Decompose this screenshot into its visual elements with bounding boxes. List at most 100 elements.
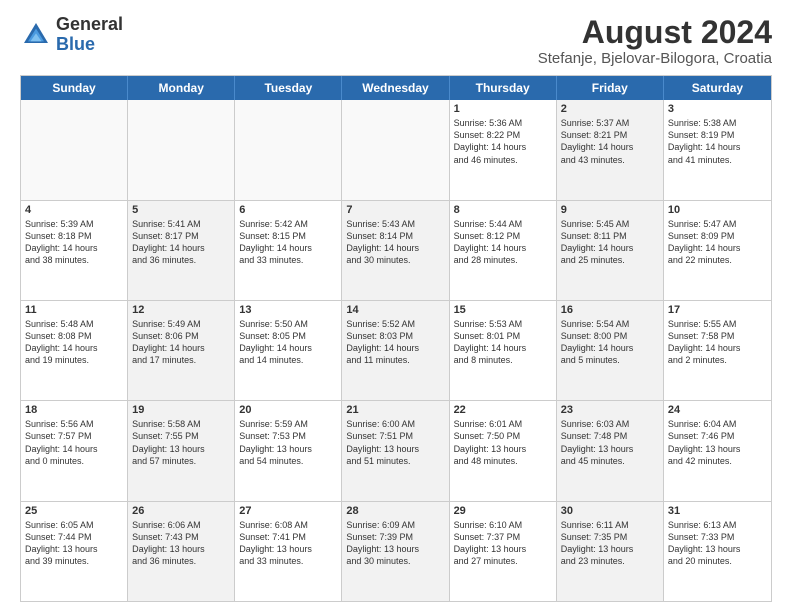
- calendar-cell: 8 Sunrise: 5:44 AM Sunset: 8:12 PM Daylig…: [450, 201, 557, 300]
- day-number: 20: [239, 404, 337, 416]
- calendar-cell: 15 Sunrise: 5:53 AM Sunset: 8:01 PM Dayli…: [450, 301, 557, 400]
- day-number: 2: [561, 103, 659, 115]
- calendar-header: SundayMondayTuesdayWednesdayThursdayFrid…: [21, 76, 771, 100]
- cell-text: Sunrise: 5:59 AM Sunset: 7:53 PM Dayligh…: [239, 418, 337, 467]
- calendar-cell: [128, 100, 235, 199]
- cell-text: Sunrise: 5:49 AM Sunset: 8:06 PM Dayligh…: [132, 318, 230, 367]
- day-number: 19: [132, 404, 230, 416]
- logo: General Blue: [20, 15, 123, 55]
- header: General Blue August 2024 Stefanje, Bjelo…: [20, 15, 772, 67]
- calendar: SundayMondayTuesdayWednesdayThursdayFrid…: [20, 75, 772, 602]
- header-day-tuesday: Tuesday: [235, 76, 342, 100]
- logo-blue: Blue: [56, 35, 123, 55]
- day-number: 8: [454, 204, 552, 216]
- calendar-row-2: 4Sunrise: 5:39 AM Sunset: 8:18 PM Daylig…: [21, 201, 771, 301]
- calendar-cell: 18 Sunrise: 5:56 AM Sunset: 7:57 PM Dayli…: [21, 401, 128, 500]
- day-number: 13: [239, 304, 337, 316]
- cell-text: Sunrise: 5:56 AM Sunset: 7:57 PM Dayligh…: [25, 418, 123, 467]
- day-number: 25: [25, 505, 123, 517]
- title-block: August 2024 Stefanje, Bjelovar-Bilogora,…: [538, 15, 772, 67]
- calendar-cell: [235, 100, 342, 199]
- day-number: 28: [346, 505, 444, 517]
- day-number: 26: [132, 505, 230, 517]
- logo-general: General: [56, 15, 123, 35]
- day-number: 23: [561, 404, 659, 416]
- calendar-cell: 6Sunrise: 5:42 AM Sunset: 8:15 PM Daylig…: [235, 201, 342, 300]
- header-day-friday: Friday: [557, 76, 664, 100]
- cell-text: Sunrise: 6:00 AM Sunset: 7:51 PM Dayligh…: [346, 418, 444, 467]
- calendar-cell: 10Sunrise: 5:47 AM Sunset: 8:09 PM Dayli…: [664, 201, 771, 300]
- cell-text: Sunrise: 6:01 AM Sunset: 7:50 PM Dayligh…: [454, 418, 552, 467]
- header-day-sunday: Sunday: [21, 76, 128, 100]
- header-day-wednesday: Wednesday: [342, 76, 449, 100]
- cell-text: Sunrise: 6:08 AM Sunset: 7:41 PM Dayligh…: [239, 519, 337, 568]
- day-number: 3: [668, 103, 767, 115]
- calendar-cell: 1 Sunrise: 5:36 AM Sunset: 8:22 PM Daylig…: [450, 100, 557, 199]
- cell-text: Sunrise: 5:41 AM Sunset: 8:17 PM Dayligh…: [132, 218, 230, 267]
- calendar-cell: 3 Sunrise: 5:38 AM Sunset: 8:19 PM Daylig…: [664, 100, 771, 199]
- calendar-cell: 7Sunrise: 5:43 AM Sunset: 8:14 PM Daylig…: [342, 201, 449, 300]
- logo-text: General Blue: [56, 15, 123, 55]
- header-day-monday: Monday: [128, 76, 235, 100]
- cell-text: Sunrise: 5:48 AM Sunset: 8:08 PM Dayligh…: [25, 318, 123, 367]
- calendar-row-4: 18 Sunrise: 5:56 AM Sunset: 7:57 PM Dayli…: [21, 401, 771, 501]
- cell-text: Sunrise: 5:58 AM Sunset: 7:55 PM Dayligh…: [132, 418, 230, 467]
- calendar-cell: 28 Sunrise: 6:09 AM Sunset: 7:39 PM Dayli…: [342, 502, 449, 601]
- day-number: 6: [239, 204, 337, 216]
- calendar-cell: 13 Sunrise: 5:50 AM Sunset: 8:05 PM Dayli…: [235, 301, 342, 400]
- cell-text: Sunrise: 6:09 AM Sunset: 7:39 PM Dayligh…: [346, 519, 444, 568]
- day-number: 17: [668, 304, 767, 316]
- day-number: 1: [454, 103, 552, 115]
- cell-text: Sunrise: 5:53 AM Sunset: 8:01 PM Dayligh…: [454, 318, 552, 367]
- calendar-row-1: 1 Sunrise: 5:36 AM Sunset: 8:22 PM Daylig…: [21, 100, 771, 200]
- day-number: 21: [346, 404, 444, 416]
- cell-text: Sunrise: 6:03 AM Sunset: 7:48 PM Dayligh…: [561, 418, 659, 467]
- day-number: 31: [668, 505, 767, 517]
- cell-text: Sunrise: 5:47 AM Sunset: 8:09 PM Dayligh…: [668, 218, 767, 267]
- day-number: 18: [25, 404, 123, 416]
- calendar-cell: 11 Sunrise: 5:48 AM Sunset: 8:08 PM Dayli…: [21, 301, 128, 400]
- day-number: 5: [132, 204, 230, 216]
- calendar-cell: 24Sunrise: 6:04 AM Sunset: 7:46 PM Dayli…: [664, 401, 771, 500]
- cell-text: Sunrise: 5:36 AM Sunset: 8:22 PM Dayligh…: [454, 117, 552, 166]
- cell-text: Sunrise: 6:13 AM Sunset: 7:33 PM Dayligh…: [668, 519, 767, 568]
- calendar-cell: 31 Sunrise: 6:13 AM Sunset: 7:33 PM Dayli…: [664, 502, 771, 601]
- day-number: 27: [239, 505, 337, 517]
- cell-text: Sunrise: 6:11 AM Sunset: 7:35 PM Dayligh…: [561, 519, 659, 568]
- cell-text: Sunrise: 5:38 AM Sunset: 8:19 PM Dayligh…: [668, 117, 767, 166]
- calendar-cell: [21, 100, 128, 199]
- calendar-cell: 26Sunrise: 6:06 AM Sunset: 7:43 PM Dayli…: [128, 502, 235, 601]
- calendar-cell: 21 Sunrise: 6:00 AM Sunset: 7:51 PM Dayli…: [342, 401, 449, 500]
- cell-text: Sunrise: 5:37 AM Sunset: 8:21 PM Dayligh…: [561, 117, 659, 166]
- cell-text: Sunrise: 6:10 AM Sunset: 7:37 PM Dayligh…: [454, 519, 552, 568]
- cell-text: Sunrise: 5:52 AM Sunset: 8:03 PM Dayligh…: [346, 318, 444, 367]
- cell-text: Sunrise: 5:44 AM Sunset: 8:12 PM Dayligh…: [454, 218, 552, 267]
- day-number: 30: [561, 505, 659, 517]
- day-number: 11: [25, 304, 123, 316]
- day-number: 24: [668, 404, 767, 416]
- cell-text: Sunrise: 5:45 AM Sunset: 8:11 PM Dayligh…: [561, 218, 659, 267]
- calendar-cell: 25 Sunrise: 6:05 AM Sunset: 7:44 PM Dayli…: [21, 502, 128, 601]
- calendar-cell: 23 Sunrise: 6:03 AM Sunset: 7:48 PM Dayli…: [557, 401, 664, 500]
- calendar-row-5: 25 Sunrise: 6:05 AM Sunset: 7:44 PM Dayli…: [21, 502, 771, 601]
- calendar-cell: 2 Sunrise: 5:37 AM Sunset: 8:21 PM Daylig…: [557, 100, 664, 199]
- calendar-cell: 19 Sunrise: 5:58 AM Sunset: 7:55 PM Dayli…: [128, 401, 235, 500]
- header-day-thursday: Thursday: [450, 76, 557, 100]
- cell-text: Sunrise: 5:50 AM Sunset: 8:05 PM Dayligh…: [239, 318, 337, 367]
- day-number: 29: [454, 505, 552, 517]
- calendar-row-3: 11 Sunrise: 5:48 AM Sunset: 8:08 PM Dayli…: [21, 301, 771, 401]
- header-day-saturday: Saturday: [664, 76, 771, 100]
- day-number: 15: [454, 304, 552, 316]
- calendar-cell: 17 Sunrise: 5:55 AM Sunset: 7:58 PM Dayli…: [664, 301, 771, 400]
- cell-text: Sunrise: 5:55 AM Sunset: 7:58 PM Dayligh…: [668, 318, 767, 367]
- main-title: August 2024: [538, 15, 772, 50]
- cell-text: Sunrise: 5:43 AM Sunset: 8:14 PM Dayligh…: [346, 218, 444, 267]
- calendar-cell: 29 Sunrise: 6:10 AM Sunset: 7:37 PM Dayli…: [450, 502, 557, 601]
- cell-text: Sunrise: 6:05 AM Sunset: 7:44 PM Dayligh…: [25, 519, 123, 568]
- calendar-cell: 30 Sunrise: 6:11 AM Sunset: 7:35 PM Dayli…: [557, 502, 664, 601]
- subtitle: Stefanje, Bjelovar-Bilogora, Croatia: [538, 50, 772, 67]
- calendar-cell: 20 Sunrise: 5:59 AM Sunset: 7:53 PM Dayli…: [235, 401, 342, 500]
- page: General Blue August 2024 Stefanje, Bjelo…: [0, 0, 792, 612]
- day-number: 9: [561, 204, 659, 216]
- calendar-cell: 16Sunrise: 5:54 AM Sunset: 8:00 PM Dayli…: [557, 301, 664, 400]
